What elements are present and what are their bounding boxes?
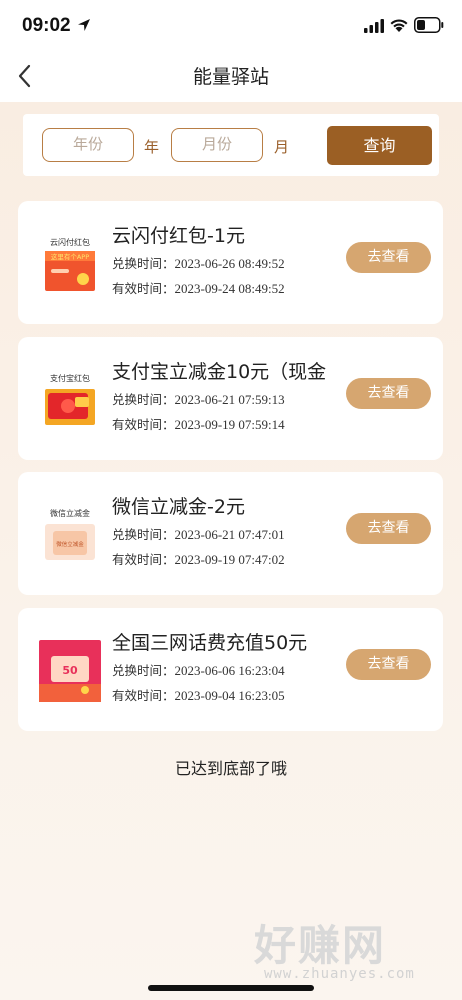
end-of-list-text: 已达到底部了哦 [174,759,287,778]
view-button[interactable]: 去查看 [346,378,431,409]
year-input[interactable]: 年份 [42,128,134,162]
watermark-url: www.zhuanyes.com [264,966,415,982]
unionpay-redpacket-thumbnail: 云闪付红包 这里有个APP [45,237,95,291]
reward-card: 微信立减金 微信立减金 微信立减金-2元 兑换时间：2023-06-21 07:… [18,472,443,595]
wechat-coupon-thumbnail: 微信立减金 微信立减金 [45,508,95,560]
view-button[interactable]: 去查看 [346,649,431,680]
month-input[interactable]: 月份 [171,128,263,162]
valid-time: 有效时间：2023-09-24 08:49:52 [112,281,285,296]
thumb-text: 这里有个APP [51,252,89,261]
valid-time: 有效时间：2023-09-19 07:59:14 [112,417,285,432]
thumb-caption: 云闪付红包 [50,237,90,247]
card-title: 支付宝立减金10元（现金 [112,361,327,383]
card-title: 云闪付红包-1元 [112,225,245,247]
wifi-icon [390,19,408,32]
thumb-text: 微信立减金 [56,540,84,548]
card-title: 全国三网话费充值50元 [112,632,308,654]
redeem-time: 兑换时间：2023-06-21 07:47:01 [112,527,285,542]
phone-recharge-thumbnail: 50 [39,640,101,702]
home-indicator[interactable] [148,985,314,991]
reward-card: 50 全国三网话费充值50元 兑换时间：2023-06-06 16:23:04 … [18,608,443,731]
query-button[interactable]: 查询 [327,126,432,165]
view-button[interactable]: 去查看 [346,513,431,544]
thumb-text: 50 [62,664,78,677]
alipay-redpacket-thumbnail: 支付宝红包 [45,373,95,425]
watermark-logo: 好赚网 www.zhuanyes.com [248,912,448,992]
year-unit-label: 年 [144,138,160,156]
valid-time: 有效时间：2023-09-04 16:23:05 [112,688,285,703]
status-bar: 09:02 [0,0,462,52]
valid-time: 有效时间：2023-09-19 07:47:02 [112,552,285,567]
date-filter: 年份 年 月份 月 查询 [23,114,439,176]
thumb-caption: 支付宝红包 [50,373,90,383]
card-title: 微信立减金-2元 [112,496,245,518]
reward-card: 云闪付红包 这里有个APP 云闪付红包-1元 兑换时间：2023-06-26 0… [18,201,443,324]
reward-card: 支付宝红包 支付宝立减金10元（现金 兑换时间：2023-06-21 07:59… [18,337,443,460]
battery-icon [414,17,444,33]
thumb-caption: 微信立减金 [50,508,90,518]
location-arrow-icon [78,19,90,31]
page-title: 能量驿站 [192,66,269,88]
redeem-time: 兑换时间：2023-06-06 16:23:04 [112,663,285,678]
redeem-time: 兑换时间：2023-06-26 08:49:52 [112,256,285,271]
watermark-name: 好赚网 [254,921,387,970]
cellular-signal-icon [364,19,384,33]
nav-bar: 能量驿站 [0,52,462,102]
status-time: 09:02 [22,15,71,36]
view-button[interactable]: 去查看 [346,242,431,273]
month-unit-label: 月 [274,138,290,156]
redeem-time: 兑换时间：2023-06-21 07:59:13 [112,392,285,407]
